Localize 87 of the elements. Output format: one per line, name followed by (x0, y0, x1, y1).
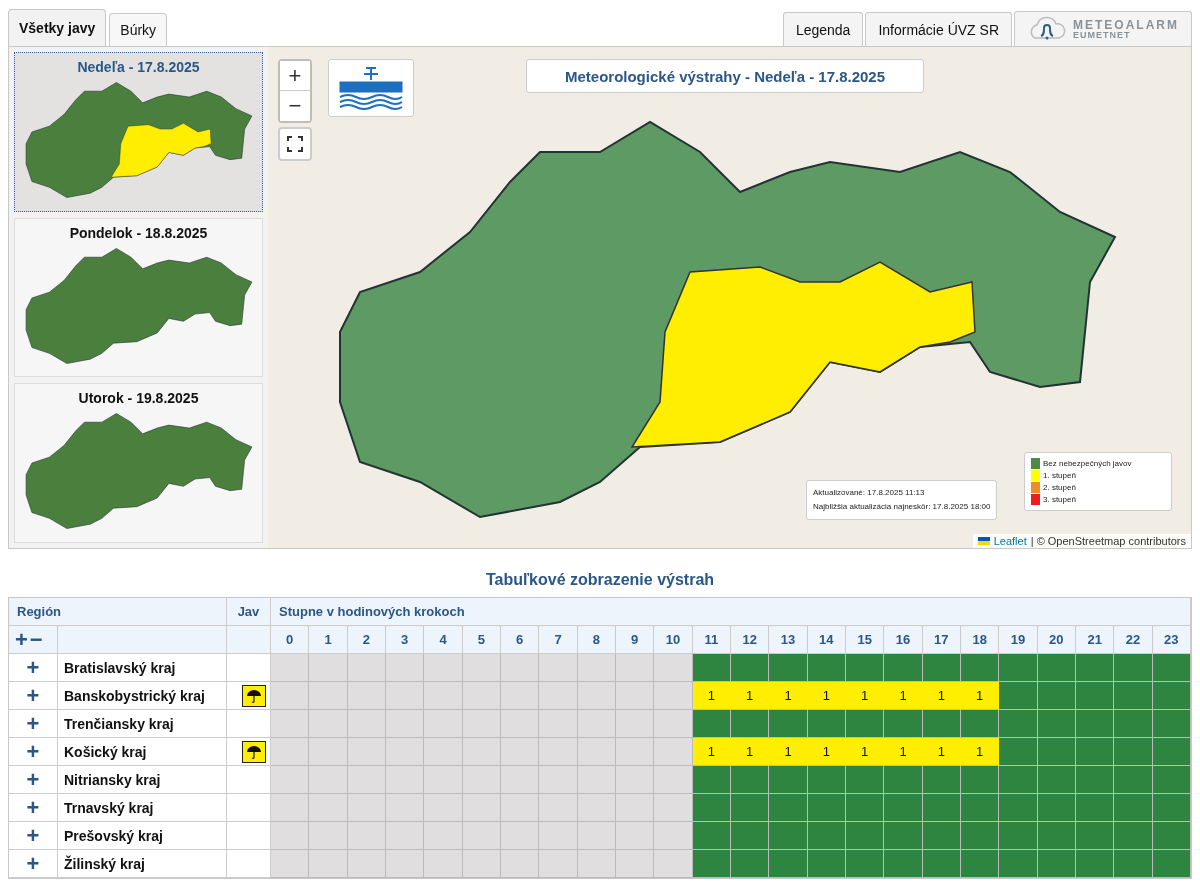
fullscreen-button[interactable] (278, 127, 312, 161)
hour-cell: 1 (807, 738, 846, 766)
hour-cell: 1 (884, 682, 923, 710)
map-title: Meteorologické výstrahy - Nedeľa - 17.8.2025 (526, 59, 924, 93)
collapse-all-button[interactable]: − (29, 628, 43, 651)
phenomenon-cell (227, 794, 271, 822)
hour-header: 10 (654, 626, 693, 654)
column-header: Jav (227, 598, 271, 626)
hour-cell: 1 (961, 682, 1000, 710)
day-card[interactable]: Nedeľa - 17.8.2025 (14, 52, 263, 212)
hour-cell: 1 (692, 738, 731, 766)
hour-header: 12 (731, 626, 770, 654)
hour-header: 23 (1152, 626, 1191, 654)
expand-all-button[interactable]: + (15, 628, 28, 651)
hour-cell: 1 (769, 682, 808, 710)
hour-header: 11 (692, 626, 731, 654)
hour-cell: 1 (807, 682, 846, 710)
hour-header: 13 (769, 626, 808, 654)
expand-button[interactable]: + (9, 710, 58, 738)
region-cell: Bratislavský kraj (58, 654, 227, 682)
region-cell: Trnavský kraj (58, 794, 227, 822)
hour-header: 1 (309, 626, 348, 654)
attribution-text: | © OpenStreetmap contributors (1030, 535, 1186, 547)
region-cell: Banskobystrický kraj (58, 682, 227, 710)
hour-cell: 1 (884, 738, 923, 766)
legend-label: 1. stupeň (1043, 471, 1076, 480)
legend-label: 2. stupeň (1043, 483, 1076, 492)
hour-header: 3 (386, 626, 425, 654)
expand-button[interactable]: + (9, 822, 58, 850)
region-cell: Trenčiansky kraj (58, 710, 227, 738)
hour-header: 0 (271, 626, 310, 654)
region-cell: Prešovský kraj (58, 822, 227, 850)
hour-header: 8 (577, 626, 616, 654)
hour-header: 18 (961, 626, 1000, 654)
hour-cell: 1 (692, 682, 731, 710)
hour-header: 17 (922, 626, 961, 654)
hour-cell: 1 (961, 738, 1000, 766)
expand-button[interactable]: + (9, 682, 58, 710)
hour-cell: 1 (846, 738, 885, 766)
column-header: Región (9, 598, 227, 626)
toolbar-button[interactable]: Legenda (782, 12, 864, 46)
hour-header: 22 (1114, 626, 1153, 654)
region-cell: Žilinský kraj (58, 850, 227, 878)
hour-cell: 1 (731, 682, 770, 710)
hour-cell: 1 (846, 682, 885, 710)
hour-header: 14 (807, 626, 846, 654)
updated-text: Aktualizované: 17.8.2025 11:13 (813, 487, 926, 499)
toolbar-button[interactable]: Informácie ÚVZ SR (865, 12, 1012, 46)
legend-label: 3. stupeň (1043, 495, 1076, 504)
fullscreen-icon (287, 136, 303, 152)
hour-header: 7 (539, 626, 578, 654)
hour-header: 6 (501, 626, 540, 654)
hour-header: 20 (1037, 626, 1076, 654)
hour-header: 15 (846, 626, 885, 654)
hour-header: 19 (999, 626, 1038, 654)
phenomenon-cell (227, 822, 271, 850)
leaflet-link[interactable]: Leaflet (993, 535, 1027, 547)
hour-header: 16 (884, 626, 923, 654)
hour-header: 4 (424, 626, 463, 654)
hour-cell: 1 (922, 738, 961, 766)
expand-button[interactable]: + (9, 654, 58, 682)
header-cell (227, 626, 271, 654)
region-cell: Košický kraj (58, 738, 227, 766)
tab[interactable]: Všetky javy (8, 9, 107, 46)
table-title: Tabuľkové zobrazenie výstrah (484, 571, 716, 589)
hour-header: 21 (1076, 626, 1115, 654)
zoom-out-button[interactable]: − (280, 91, 310, 121)
legend-label: Bez nebezpečných javov (1043, 459, 1132, 468)
expand-button[interactable]: + (9, 738, 58, 766)
region-cell: Nitriansky kraj (58, 766, 227, 794)
hour-cell: 1 (731, 738, 770, 766)
hour-header: 5 (462, 626, 501, 654)
expand-button[interactable]: + (9, 794, 58, 822)
expand-button[interactable]: + (9, 850, 58, 878)
hour-header: 2 (347, 626, 386, 654)
logo-icon (336, 66, 406, 110)
hour-header: 9 (616, 626, 655, 654)
day-card[interactable]: Pondelok - 18.8.2025 (14, 217, 263, 378)
hour-cell: 1 (769, 738, 808, 766)
expand-button[interactable]: + (9, 766, 58, 794)
tab[interactable]: Búrky (109, 13, 168, 46)
column-header: Stupne v hodinových krokoch (271, 598, 1191, 626)
day-card[interactable]: Utorok - 19.8.2025 (14, 383, 263, 543)
zoom-in-button[interactable]: + (280, 61, 310, 91)
flag-icon (977, 537, 990, 545)
next-update-text: Najbližšia aktualizácia najneskôr: 17.8.2025 18:00 (813, 501, 991, 513)
hour-cell: 1 (922, 682, 961, 710)
